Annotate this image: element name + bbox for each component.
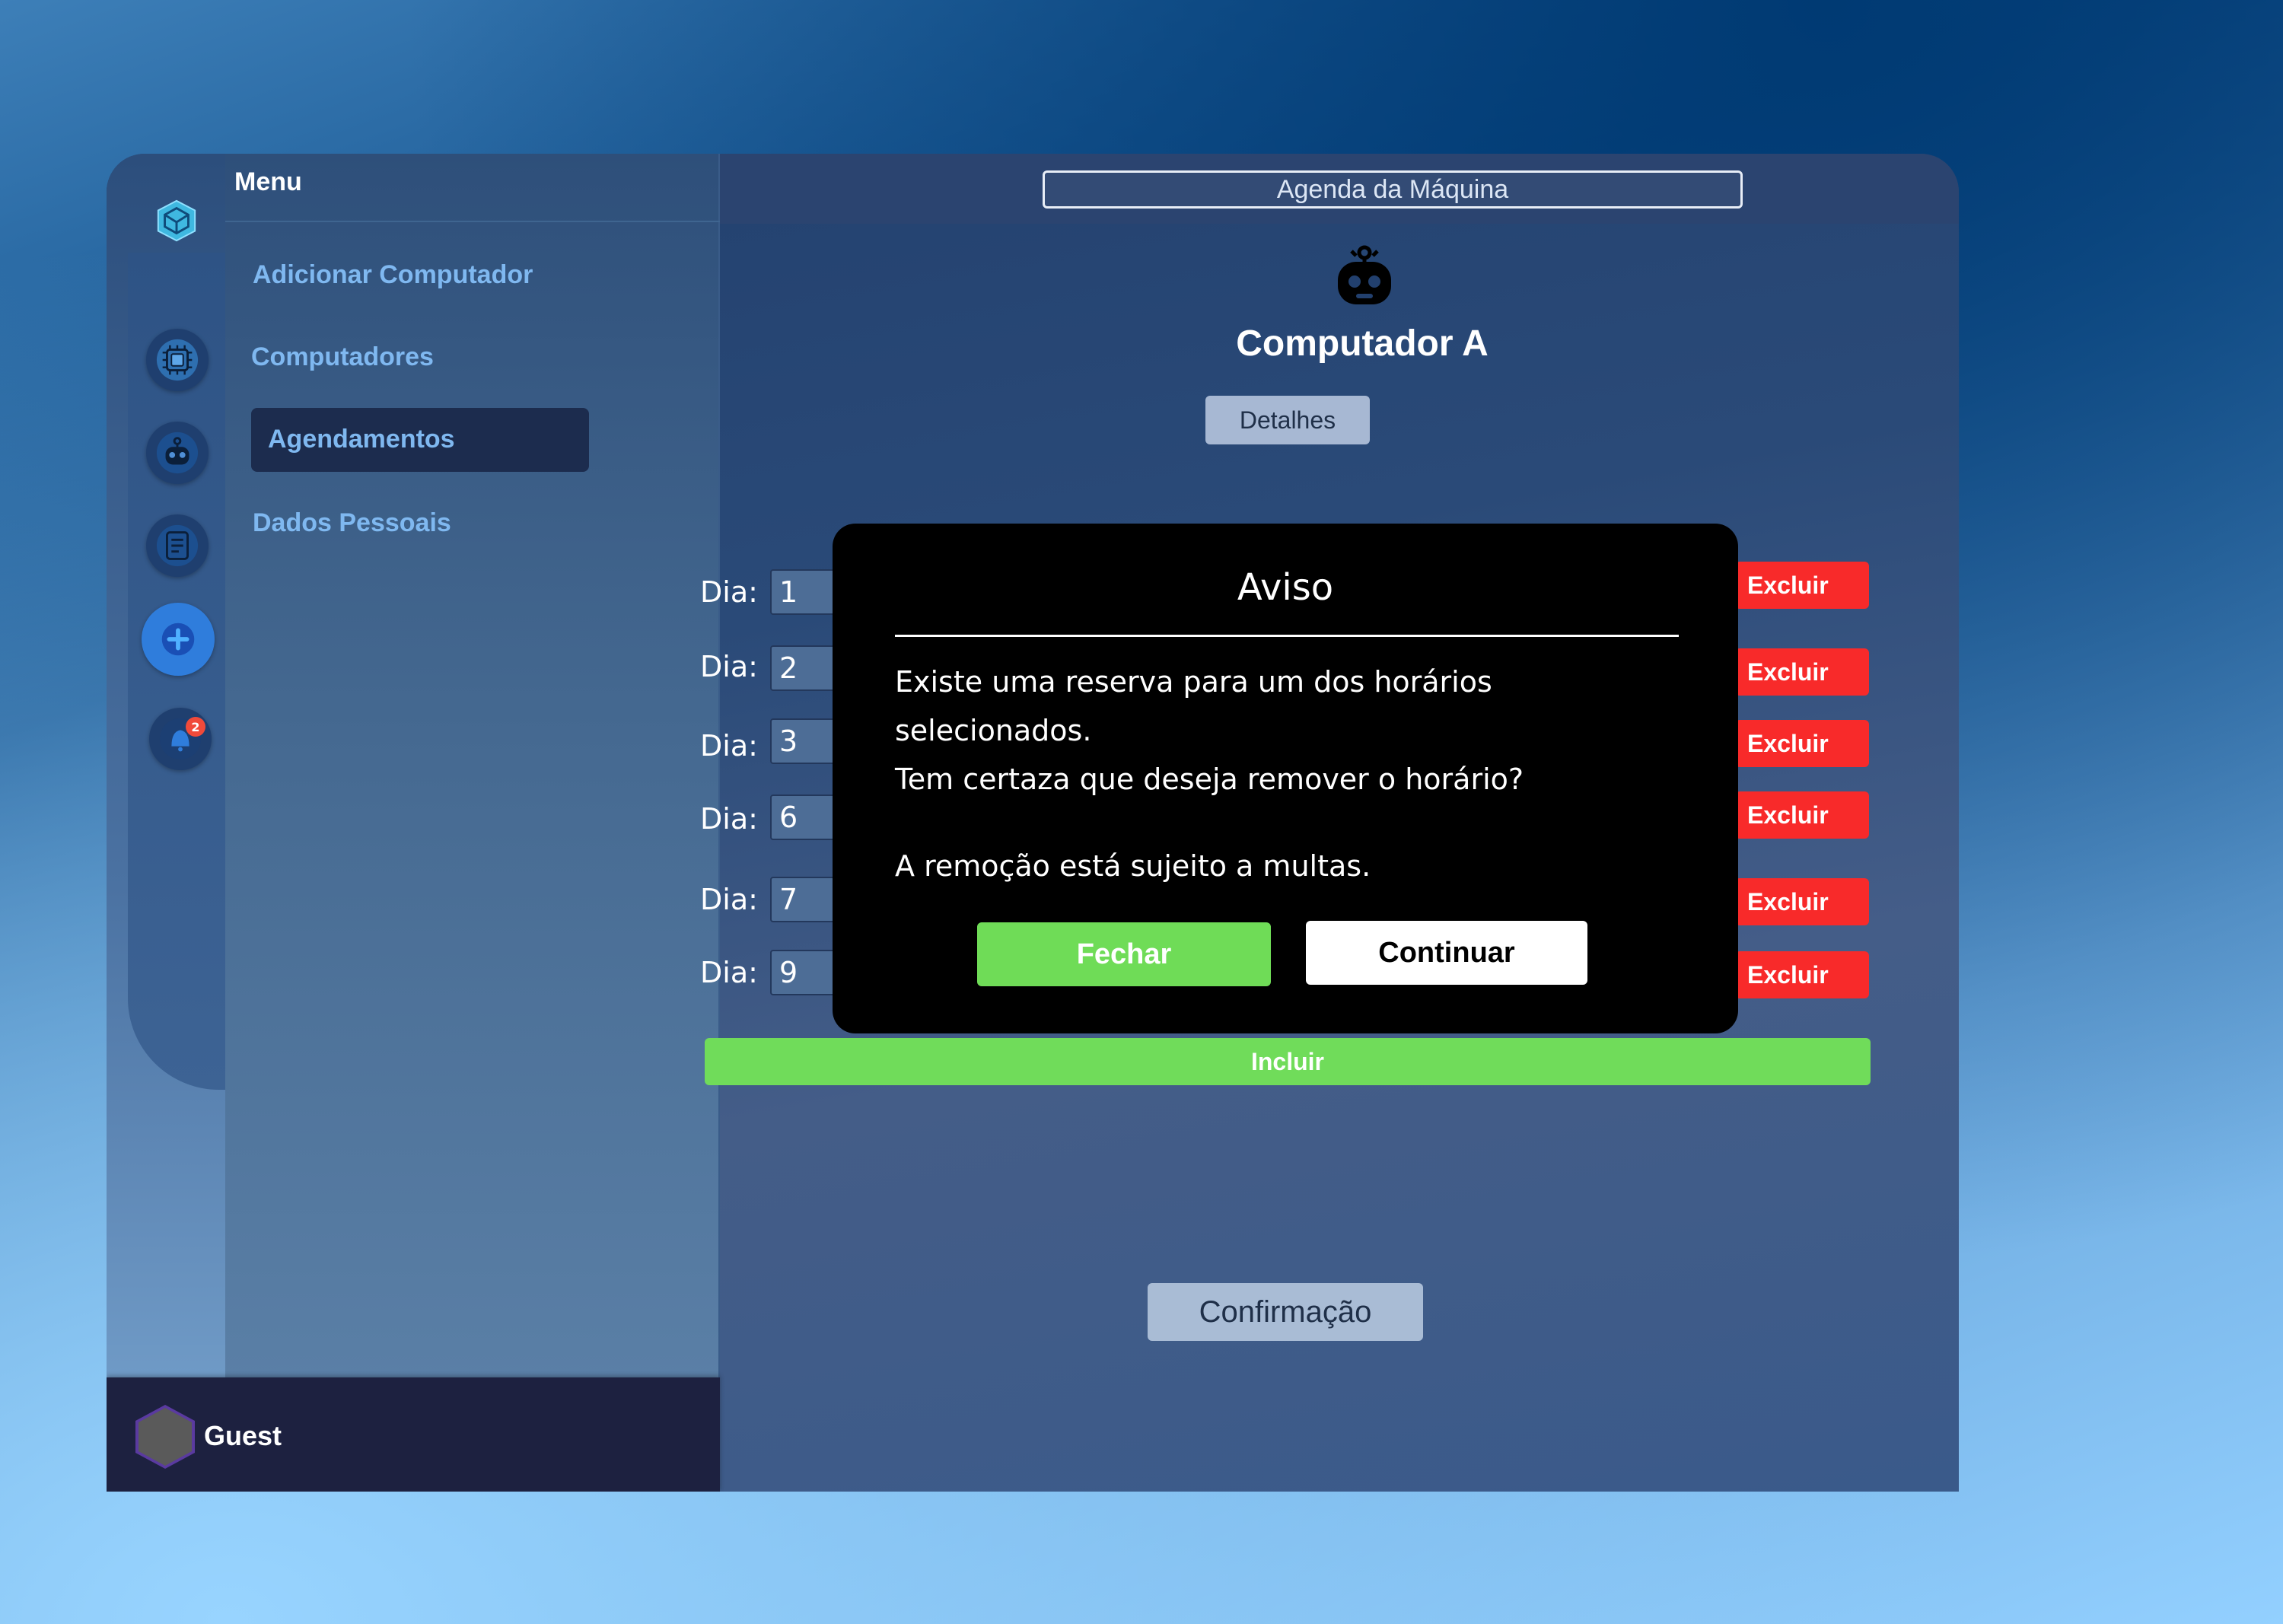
- delete-button[interactable]: Excluir: [1735, 951, 1869, 998]
- warning-modal: Aviso Existe uma reserva para um dos hor…: [833, 524, 1738, 1033]
- continue-button[interactable]: Continuar: [1306, 921, 1587, 985]
- computer-chip-icon[interactable]: [146, 329, 209, 391]
- day-label: Dia:: [700, 650, 758, 683]
- list-icon[interactable]: [146, 514, 209, 577]
- menu-item-personal-data[interactable]: Dados Pessoais: [253, 508, 451, 538]
- menu-item-add-computer[interactable]: Adicionar Computador: [253, 260, 533, 290]
- robot-icon-graphic: [156, 431, 199, 474]
- day-label: Dia:: [700, 883, 758, 916]
- modal-title: Aviso: [1237, 566, 1334, 609]
- day-label: Dia:: [700, 575, 758, 609]
- include-button[interactable]: Incluir: [705, 1038, 1871, 1085]
- app-window: 2 Menu Adicionar Computador Computadores…: [107, 154, 1959, 1492]
- menu-item-appointments[interactable]: Agendamentos: [268, 425, 455, 454]
- page-title: Agenda da Máquina: [1043, 170, 1743, 209]
- menu-item-computers[interactable]: Computadores: [251, 342, 434, 372]
- menu-title: Menu: [234, 167, 302, 196]
- day-label: Dia:: [700, 802, 758, 836]
- bell-icon[interactable]: [149, 708, 212, 770]
- modal-message-line-4: A remoção está sujeito a multas.: [895, 849, 1371, 883]
- delete-button[interactable]: Excluir: [1735, 562, 1869, 609]
- modal-message-line-1: Existe uma reserva para um dos horários: [895, 665, 1492, 699]
- delete-button[interactable]: Excluir: [1735, 648, 1869, 696]
- list-icon-graphic: [156, 524, 199, 567]
- confirm-button[interactable]: Confirmação: [1148, 1283, 1423, 1341]
- delete-button[interactable]: Excluir: [1735, 878, 1869, 925]
- modal-divider: [895, 635, 1679, 637]
- computer-name: Computador A: [1236, 323, 1489, 364]
- modal-message-line-2: selecionados.: [895, 714, 1092, 747]
- add-icon-graphic: [161, 623, 195, 656]
- day-label: Dia:: [700, 956, 758, 989]
- robot-icon: [1338, 245, 1391, 304]
- day-label: Dia:: [700, 729, 758, 763]
- user-name: Guest: [204, 1420, 282, 1451]
- delete-button[interactable]: Excluir: [1735, 720, 1869, 767]
- details-button[interactable]: Detalhes: [1205, 396, 1370, 444]
- menu-panel: [225, 154, 720, 1377]
- computer-chip-icon-graphic: [156, 339, 199, 381]
- logo-icon-graphic: [157, 199, 196, 242]
- menu-divider: [225, 221, 720, 222]
- modal-message-line-3: Tem certaza que deseja remover o horário…: [895, 763, 1524, 796]
- notification-badge: 2: [186, 717, 205, 737]
- delete-button[interactable]: Excluir: [1735, 791, 1869, 839]
- close-button[interactable]: Fechar: [977, 922, 1271, 986]
- add-icon[interactable]: [142, 603, 215, 676]
- user-bar[interactable]: Guest: [107, 1377, 720, 1492]
- logo-icon[interactable]: [146, 190, 207, 251]
- robot-icon[interactable]: [146, 422, 209, 484]
